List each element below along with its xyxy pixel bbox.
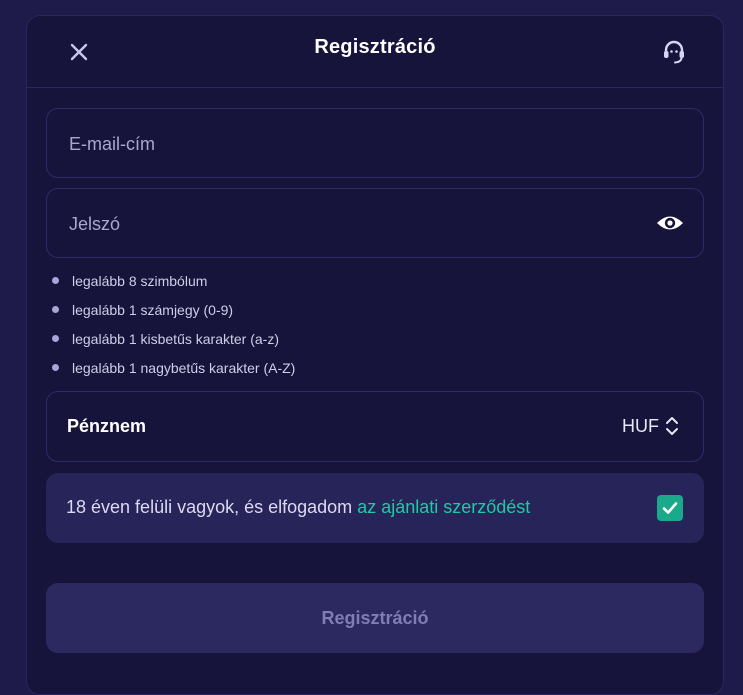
password-rule: legalább 1 nagybetűs karakter (A-Z)	[52, 359, 295, 388]
password-input[interactable]	[67, 189, 631, 259]
password-rule: legalább 1 számjegy (0-9)	[52, 301, 295, 330]
modal-title: Regisztráció	[314, 36, 436, 58]
bullet-dot-icon	[52, 277, 59, 284]
password-rule: legalább 8 szimbólum	[52, 272, 295, 301]
registration-modal: Regisztráció legalább 8 szimbólum legalá…	[26, 15, 724, 695]
password-rules-list: legalább 8 szimbólum legalább 1 számjegy…	[52, 272, 295, 388]
check-icon	[662, 502, 678, 514]
bullet-dot-icon	[52, 335, 59, 342]
currency-label: Pénznem	[67, 416, 147, 436]
bullet-dot-icon	[52, 364, 59, 371]
consent-label: 18 éven felüli vagyok, és elfogadom	[66, 497, 358, 517]
headset-support-icon[interactable]	[659, 37, 689, 67]
password-field[interactable]	[46, 188, 704, 259]
register-button[interactable]: Regisztráció	[46, 583, 704, 653]
password-rule-text: legalább 8 szimbólum	[72, 273, 208, 289]
password-rule: legalább 1 kisbetűs karakter (a-z)	[52, 330, 295, 359]
password-rule-text: legalább 1 nagybetűs karakter (A-Z)	[72, 360, 296, 376]
offer-contract-link[interactable]: az ajánlati szerződést	[357, 497, 530, 517]
password-rule-text: legalább 1 számjegy (0-9)	[72, 302, 234, 318]
consent-checkbox[interactable]	[657, 495, 683, 521]
email-field[interactable]	[46, 108, 704, 179]
eye-icon[interactable]	[655, 210, 685, 236]
consent-row: 18 éven felüli vagyok, és elfogadom az a…	[46, 473, 704, 543]
currency-select[interactable]: Pénznem HUF	[46, 391, 704, 462]
email-input[interactable]	[67, 109, 631, 179]
password-rule-text: legalább 1 kisbetűs karakter (a-z)	[72, 331, 279, 347]
consent-text: 18 éven felüli vagyok, és elfogadom az a…	[66, 497, 530, 518]
currency-value: HUF	[622, 416, 659, 436]
modal-header: Regisztráció	[27, 16, 723, 88]
bullet-dot-icon	[52, 306, 59, 313]
chevron-up-down-icon	[666, 417, 678, 435]
